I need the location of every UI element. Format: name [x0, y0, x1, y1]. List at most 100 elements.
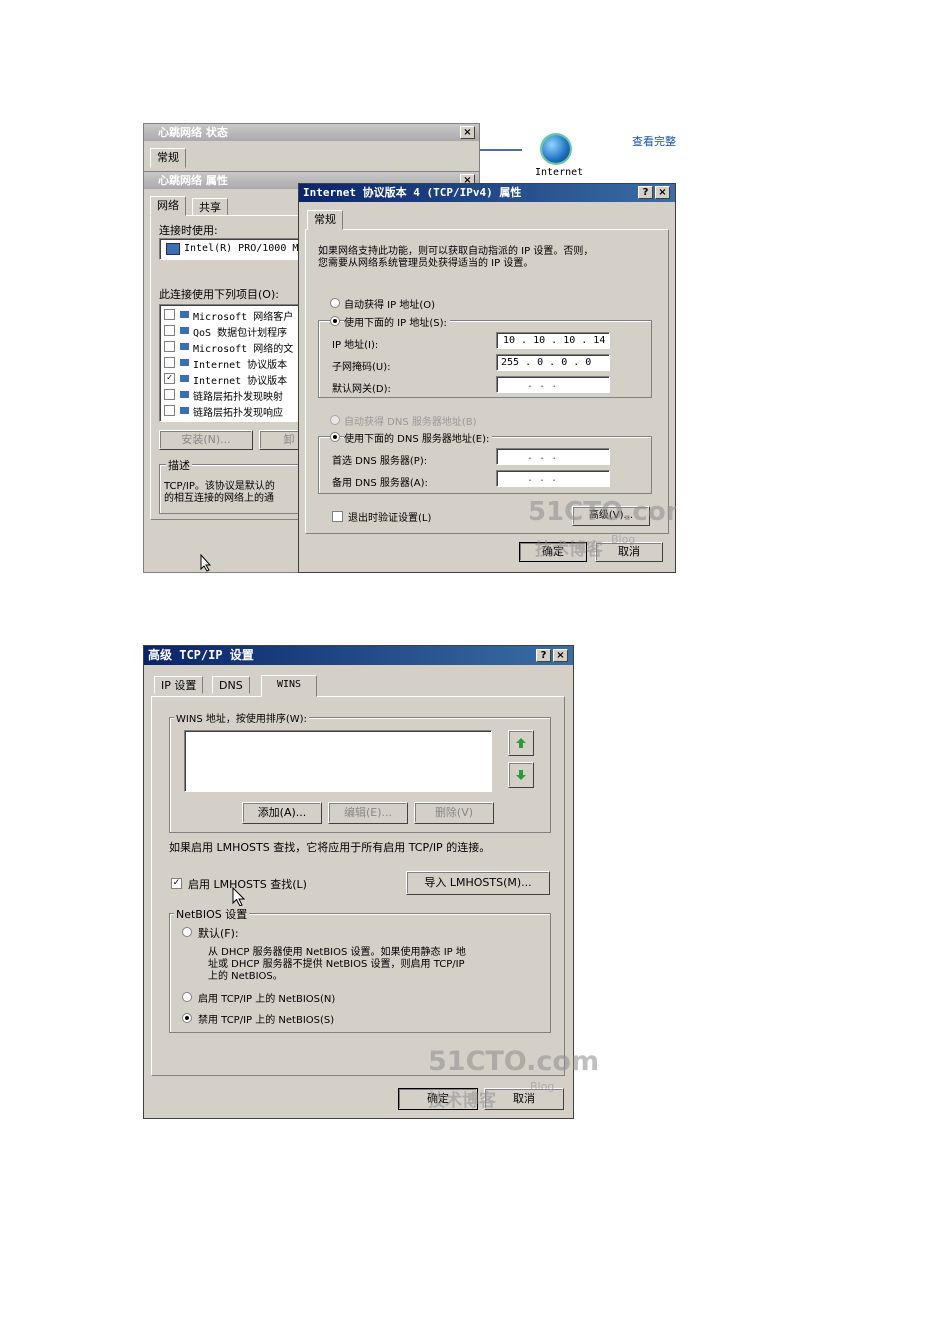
- component-label: Internet 协议版本: [193, 376, 288, 387]
- netbios-default-desc-3: 上的 NetBIOS。: [208, 971, 283, 982]
- enable-lmhosts-label: 启用 LMHOSTS 查找(L): [188, 878, 307, 891]
- tab-wins[interactable]: WINS: [261, 675, 317, 697]
- component-checkbox[interactable]: [164, 405, 175, 416]
- component-icon: [180, 311, 189, 318]
- edit-wins-button[interactable]: 编辑(E)...: [328, 802, 408, 824]
- netbios-default-radio[interactable]: [182, 927, 192, 937]
- watermark-blog: Blog: [611, 533, 636, 546]
- watermark-brand: 51CTO.com: [428, 1046, 600, 1077]
- install-button[interactable]: 安装(N)...: [159, 430, 253, 450]
- component-checkbox[interactable]: [164, 325, 175, 336]
- wins-address-group: WINS 地址，按使用排序(W): 添加(A)... 编辑(E)... 删除(V…: [169, 710, 551, 833]
- tab-ipv4-general[interactable]: 常规: [307, 210, 343, 230]
- ipv4-close-button[interactable]: ×: [655, 186, 670, 199]
- netbios-group: NetBIOS 设置 默认(F): 从 DHCP 服务器使用 NetBIOS 设…: [169, 906, 551, 1033]
- enable-lmhosts-checkbox[interactable]: ✓: [171, 878, 182, 889]
- preferred-dns-field[interactable]: . . .: [496, 448, 610, 465]
- tab-ip-settings[interactable]: IP 设置: [154, 676, 204, 694]
- watermark-sub: 技术博客: [535, 540, 603, 560]
- enable-netbios-radio[interactable]: [182, 992, 192, 1002]
- mouse-cursor-icon: [200, 554, 212, 572]
- subnet-mask-field[interactable]: 255 . 0 . 0 . 0: [496, 354, 610, 371]
- watermark-sub: 技术博客: [428, 1091, 496, 1111]
- component-checkbox[interactable]: [164, 309, 175, 320]
- component-label: Internet 协议版本: [193, 360, 288, 371]
- component-label: 链路层拓扑发现映射: [193, 392, 283, 403]
- validate-on-exit-label: 退出时验证设置(L): [348, 513, 432, 524]
- ip-address-label: IP 地址(I):: [332, 340, 379, 351]
- status-window-title: 心跳网络 状态: [144, 124, 479, 141]
- auto-dns-label: 自动获得 DNS 服务器地址(B): [344, 417, 477, 428]
- top-screenshot: Internet 查看完整 心跳网络 状态 × 常规 心跳网络 属性 × 网络 …: [143, 123, 676, 573]
- component-checkbox[interactable]: ✓: [164, 373, 175, 384]
- add-wins-button[interactable]: 添加(A)...: [242, 802, 322, 824]
- ipv4-help-button[interactable]: ?: [638, 186, 653, 199]
- netbios-default-label: 默认(F):: [198, 927, 239, 940]
- status-close-button[interactable]: ×: [460, 126, 475, 139]
- component-checkbox[interactable]: [164, 341, 175, 352]
- manual-dns-radio[interactable]: [330, 432, 340, 442]
- ipv4-dialog-title: Internet 协议版本 4 (TCP/IPv4) 属性: [299, 184, 675, 202]
- adapter-field: Intel(R) PRO/1000 MT: [159, 238, 319, 260]
- adapter-name: Intel(R) PRO/1000 MT: [184, 243, 305, 254]
- advanced-tcpip-dialog: 高级 TCP/IP 设置 ? × IP 设置 DNS WINS WINS 地址，…: [143, 645, 599, 1119]
- move-up-button[interactable]: [508, 730, 534, 756]
- component-icon: [180, 391, 189, 398]
- component-icon: [180, 407, 189, 414]
- advanced-dialog-title: 高级 TCP/IP 设置: [144, 646, 573, 665]
- component-checkbox[interactable]: [164, 357, 175, 368]
- items-label: 此连接使用下列项目(O):: [159, 288, 279, 301]
- description-label: 描述: [166, 457, 192, 473]
- gateway-label: 默认网关(D):: [332, 384, 391, 395]
- alternate-dns-label: 备用 DNS 服务器(A):: [332, 478, 428, 489]
- enable-netbios-label: 启用 TCP/IP 上的 NetBIOS(N): [198, 994, 336, 1005]
- disable-netbios-radio[interactable]: [182, 1013, 192, 1023]
- manual-ip-radio[interactable]: [330, 316, 340, 326]
- lmhosts-note: 如果启用 LMHOSTS 查找，它将应用于所有启用 TCP/IP 的连接。: [169, 841, 491, 854]
- gateway-field[interactable]: . . .: [496, 376, 610, 393]
- description-text-2: 的相互连接的网络上的通: [164, 493, 274, 504]
- tab-network[interactable]: 网络: [150, 196, 186, 216]
- netbios-group-label: NetBIOS 设置: [174, 906, 250, 922]
- ip-address-field[interactable]: 10 . 10 . 10 . 14: [496, 332, 610, 349]
- network-map: Internet 查看完整: [480, 123, 676, 183]
- subnet-mask-label: 子网掩码(U):: [332, 362, 391, 373]
- tab-general[interactable]: 常规: [150, 148, 186, 168]
- ipv4-general-panel: 如果网络支持此功能，则可以获取自动指派的 IP 设置。否则， 您需要从网络系统管…: [305, 229, 669, 534]
- move-down-button[interactable]: [508, 762, 534, 788]
- adapter-icon: [166, 243, 180, 255]
- manual-ip-label: 使用下面的 IP 地址(S):: [344, 314, 450, 329]
- import-lmhosts-button[interactable]: 导入 LMHOSTS(M)...: [406, 871, 550, 895]
- alternate-dns-field[interactable]: . . .: [496, 470, 610, 487]
- map-connector-line: [480, 149, 522, 151]
- component-label: 链路层拓扑发现响应: [193, 408, 283, 419]
- view-full-map-link[interactable]: 查看完整: [632, 133, 676, 149]
- watermark-blog: Blog: [530, 1080, 555, 1093]
- tab-sharing[interactable]: 共享: [192, 198, 228, 216]
- arrow-up-icon: [516, 738, 526, 748]
- component-icon: [180, 343, 189, 350]
- component-icon: [180, 375, 189, 382]
- auto-dns-radio[interactable]: [330, 415, 340, 425]
- component-checkbox[interactable]: [164, 389, 175, 400]
- globe-icon: [542, 135, 570, 163]
- component-label: Microsoft 网络的文: [193, 344, 294, 355]
- component-icon: [180, 327, 189, 334]
- mouse-cursor-icon: [232, 887, 246, 907]
- advanced-help-button[interactable]: ?: [536, 649, 551, 662]
- wins-group-label: WINS 地址，按使用排序(W):: [174, 710, 309, 725]
- preferred-dns-label: 首选 DNS 服务器(P):: [332, 456, 428, 467]
- watermark-brand: 51CTO.com: [528, 497, 676, 527]
- disable-netbios-label: 禁用 TCP/IP 上的 NetBIOS(S): [198, 1015, 335, 1026]
- wins-address-list[interactable]: [184, 730, 492, 792]
- advanced-close-button[interactable]: ×: [553, 649, 568, 662]
- auto-ip-radio[interactable]: [330, 298, 340, 308]
- manual-dns-label: 使用下面的 DNS 服务器地址(E):: [344, 430, 493, 445]
- auto-ip-label: 自动获得 IP 地址(O): [344, 300, 436, 311]
- validate-on-exit-checkbox[interactable]: [332, 511, 343, 522]
- tab-dns[interactable]: DNS: [212, 676, 250, 694]
- internet-label: Internet: [535, 167, 584, 178]
- component-icon: [180, 359, 189, 366]
- delete-wins-button[interactable]: 删除(V): [414, 802, 494, 824]
- intro-text-2: 您需要从网络系统管理员处获得适当的 IP 设置。: [318, 258, 534, 269]
